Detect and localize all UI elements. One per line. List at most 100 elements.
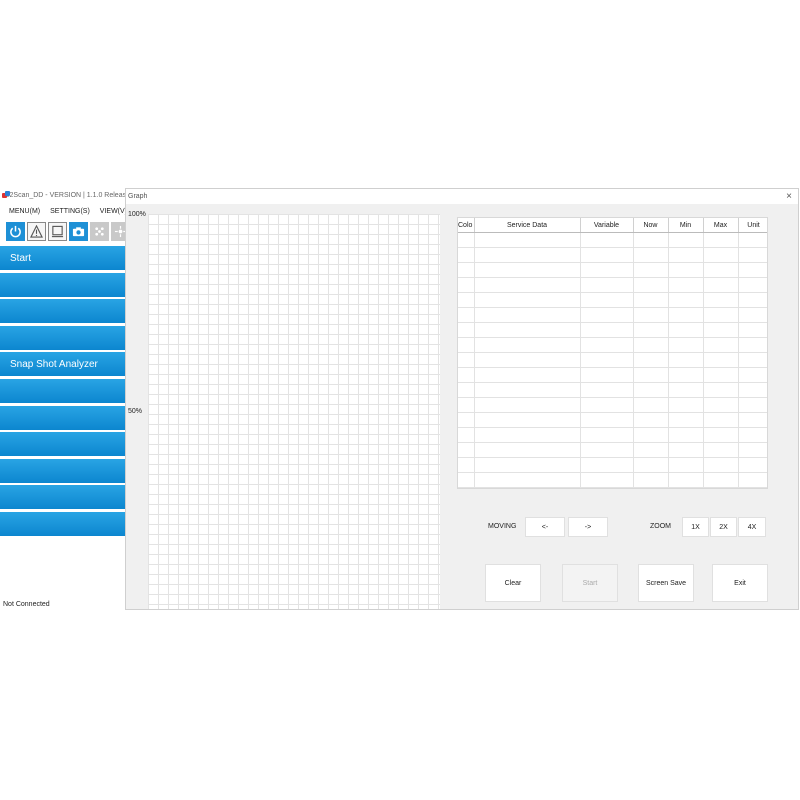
table-cell [738,247,767,263]
graph-window-title: Graph [128,193,148,200]
table-cell [580,232,634,248]
table-body [458,232,767,488]
zoom-1x-button[interactable]: 1X [682,517,709,537]
table-row[interactable] [458,277,767,293]
table-cell [703,262,739,278]
table-cell [580,442,634,458]
table-row[interactable] [458,232,767,248]
table-row[interactable] [458,442,767,458]
table-row[interactable] [458,352,767,368]
table-cell [703,382,739,398]
nav-item-snap-shot-analyzer[interactable]: Snap Shot Analyzer [0,352,125,377]
table-cell [633,367,669,383]
graph-plot-area[interactable] [148,214,440,609]
table-cell [738,232,767,248]
table-cell [580,397,634,413]
table-row[interactable] [458,397,767,413]
main-window-title: G2Scan_DD - VERSION | 1.1.0 Release [4,191,130,199]
table-cell [703,307,739,323]
table-cell [668,262,704,278]
table-row[interactable] [458,427,767,443]
power-button[interactable] [6,221,25,241]
table-cell [738,292,767,308]
table-cell [738,427,767,443]
table-cell [458,232,475,248]
column-header-color: Colo [458,218,475,233]
table-row[interactable] [458,412,767,428]
nav-item[interactable] [0,485,125,510]
table-cell [580,337,634,353]
start-button[interactable]: Start [562,564,618,602]
table-cell [458,457,475,473]
nav-item[interactable] [0,511,125,536]
table-row[interactable] [458,367,767,383]
zoom-4x-button[interactable]: 4X [738,517,766,537]
exit-button[interactable]: Exit [712,564,768,602]
table-cell [703,352,739,368]
table-cell [703,337,739,353]
table-cell [633,457,669,473]
nav-item[interactable] [0,432,125,457]
table-cell [703,322,739,338]
nav-item[interactable] [0,405,125,430]
table-cell [738,277,767,293]
table-cell [580,247,634,263]
close-icon[interactable]: × [786,189,792,204]
menu-item-setting[interactable]: SETTING(S) [50,208,90,215]
table-cell [738,397,767,413]
monitor-icon [51,225,64,237]
table-cell [633,322,669,338]
table-row[interactable] [458,262,767,278]
table-cell [738,337,767,353]
table-cell [474,322,581,338]
monitor-button[interactable] [48,221,67,241]
warning-button[interactable] [27,221,46,241]
nav-item[interactable] [0,325,125,350]
y-axis-label-top: 100% [128,211,146,218]
nav-item-start[interactable]: Start [0,246,125,270]
table-row[interactable] [458,472,767,488]
table-cell [703,292,739,308]
table-cell [474,352,581,368]
camera-button[interactable] [69,221,88,241]
table-cell [738,322,767,338]
menu-item-menu[interactable]: MENU(M) [9,208,40,215]
table-cell [703,412,739,428]
table-row[interactable] [458,457,767,473]
table-row[interactable] [458,382,767,398]
nav-item[interactable] [0,378,125,403]
dots-icon [95,226,104,236]
nav-item[interactable] [0,272,125,297]
zoom-2x-button[interactable]: 2X [710,517,737,537]
table-row[interactable] [458,307,767,323]
table-row[interactable] [458,292,767,308]
table-cell [703,232,739,248]
graph-title-bar: Graph × [126,189,798,204]
column-header-variable: Variable [580,218,634,233]
table-cell [633,427,669,443]
table-cell [668,412,704,428]
table-cell [458,307,475,323]
table-cell [580,412,634,428]
screen-save-button[interactable]: Screen Save [638,564,694,602]
table-cell [474,457,581,473]
move-left-button[interactable]: <- [525,517,565,537]
clear-button[interactable]: Clear [485,564,541,602]
table-cell [738,367,767,383]
move-right-button[interactable]: -> [568,517,608,537]
menu-item-view[interactable]: VIEW(V) [100,208,127,215]
table-header-row: Colo Service Data Variable Now Min Max U… [458,218,767,233]
table-row[interactable] [458,337,767,353]
table-cell [580,322,634,338]
table-cell [668,382,704,398]
table-cell [458,367,475,383]
table-cell [633,397,669,413]
table-row[interactable] [458,247,767,263]
table-cell [474,367,581,383]
column-header-service-data: Service Data [474,218,581,233]
nav-item[interactable] [0,299,125,324]
nav-item[interactable] [0,458,125,483]
dots-button[interactable] [90,221,109,241]
table-row[interactable] [458,322,767,338]
table-cell [668,427,704,443]
